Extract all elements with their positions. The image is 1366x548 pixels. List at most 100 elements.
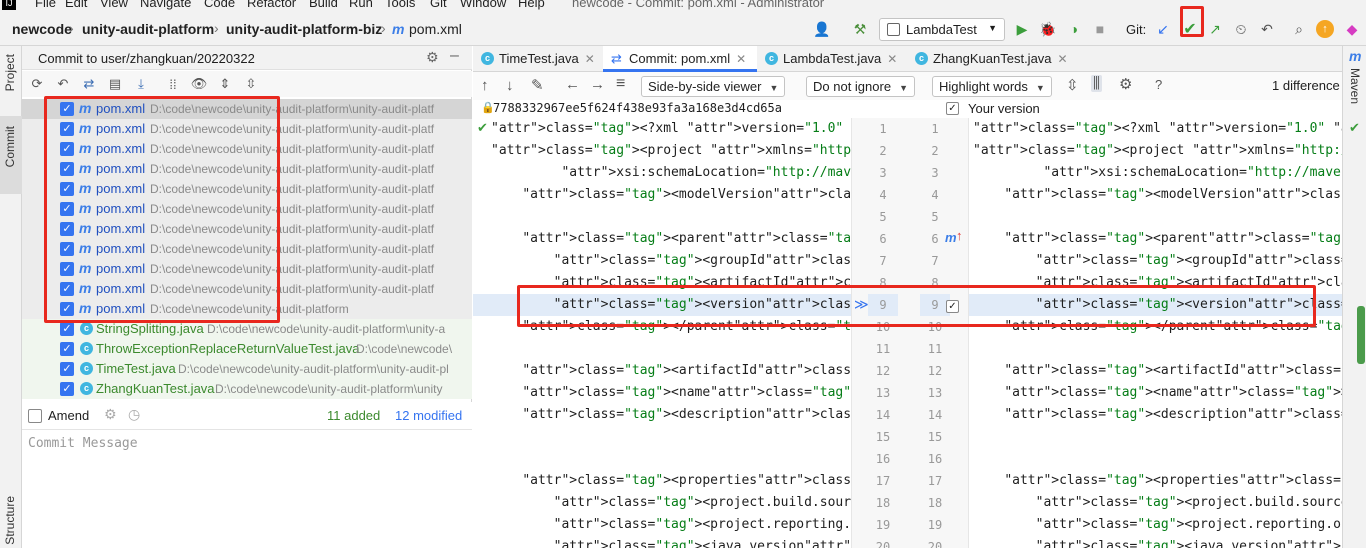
go-to-parent-icon[interactable]: ↑ [956,228,963,243]
code-line[interactable]: "attr">class="tag"></parent"attr">class=… [473,316,851,338]
arrow-left-icon[interactable]: ← [565,76,580,93]
file-checkbox[interactable]: ✓ [60,342,74,356]
file-row[interactable]: ✓ m pom.xml D:\code\newcode\unity-audit-pla… [22,299,472,319]
code-line[interactable] [969,206,1342,228]
menu-view[interactable]: View [100,0,128,10]
breadcrumb-file[interactable]: pom.xml [409,21,462,37]
run-icon[interactable]: ▶ [1012,19,1032,39]
maven-parent-icon[interactable]: m [945,230,957,245]
ignore-select[interactable]: Do not ignore ▼ [806,76,915,97]
code-line[interactable]: "attr">class="tag"><name"attr">class="ta… [473,382,851,404]
file-checkbox[interactable]: ✓ [60,362,74,376]
code-line[interactable] [473,426,851,448]
tab-timetest[interactable]: c TimeTest.java ✕ [473,46,603,72]
arrow-down-icon[interactable]: ↓ [506,77,514,94]
code-line[interactable]: "attr">xsi:schemaLocation="http://maven.… [969,162,1342,184]
code-line[interactable]: "attr">class="tag"><properties"attr">cla… [969,470,1342,492]
file-row[interactable]: ✓ m pom.xml D:\code\newcode\unity-audit-pla… [22,119,472,139]
tab-lambdatest[interactable]: c LambdaTest.java ✕ [757,46,907,72]
tool-window-maven[interactable]: Maven [1348,68,1362,104]
code-line[interactable]: "attr">class="tag"><project "attr">xmlns… [473,140,851,162]
maven-icon[interactable]: m [1349,48,1361,64]
hammer-build-icon[interactable]: ⚒ [850,19,870,39]
tool-window-structure[interactable]: Structure [3,496,17,545]
file-row[interactable]: ✓ c ZhangKuanTest.java D:\code\newcode\unit… [22,379,472,399]
git-push-icon[interactable]: ↗ [1205,19,1225,39]
menu-build[interactable]: Build [309,0,338,10]
code-line[interactable] [473,448,851,470]
breadcrumb-project[interactable]: newcode [12,21,72,37]
git-commit-check-icon[interactable]: ✔ [1180,19,1200,39]
code-line[interactable]: "attr">class="tag"><artifactId"attr">cla… [969,360,1342,382]
update-available-icon[interactable]: ↑ [1316,20,1334,38]
code-line[interactable]: "attr">class="tag"><artifactId"attr">cla… [473,360,851,382]
menu-tools[interactable]: Tools [385,0,415,10]
code-line[interactable] [473,338,851,360]
file-row[interactable]: ✓ c ThrowExceptionReplaceReturnValueTest.j… [22,339,472,359]
right-diff-pane[interactable]: "attr">class="tag"><?xml "attr">version=… [969,118,1342,548]
file-checkbox[interactable]: ✓ [60,102,74,116]
file-row[interactable]: ✓ m pom.xml D:\code\newcode\unity-audit-pla… [22,179,472,199]
collapse-unchanged-icon[interactable]: ⇳ [1066,76,1079,94]
file-checkbox[interactable]: ✓ [60,242,74,256]
download-icon[interactable]: ⤓ [132,75,150,93]
rollback-icon[interactable]: ↶ [54,75,72,93]
file-row[interactable]: ✓ m pom.xml D:\code\newcode\unity-audit-pla… [22,199,472,219]
file-checkbox[interactable]: ✓ [60,322,74,336]
code-line[interactable]: "attr">class="tag"><?xml "attr">version=… [473,118,851,140]
help-icon[interactable]: ? [1155,77,1162,92]
code-line[interactable]: "attr">class="tag"><modelVersion"attr">c… [969,184,1342,206]
show-diff-icon[interactable]: ⇄ [80,75,98,93]
code-line[interactable]: "attr">class="tag"><project "attr">xmlns… [969,140,1342,162]
user-icon[interactable]: 👤 [812,19,832,39]
file-row[interactable]: ✓ m pom.xml D:\code\newcode\unity-audit-pla… [22,259,472,279]
tab-zhangkuantest[interactable]: c ZhangKuanTest.java ✕ [907,46,1075,72]
code-line[interactable]: "attr">class="tag"><artifactId"attr">cla… [473,272,851,294]
code-line[interactable]: "attr">class="tag"><project.build.source… [473,492,851,514]
search-icon[interactable]: ⌕ [1289,19,1309,39]
file-row[interactable]: ✓ m pom.xml D:\code\newcode\unity-audit-pla… [22,139,472,159]
highlight-select[interactable]: Highlight words ▼ [932,76,1052,97]
file-row[interactable]: ✓ m pom.xml D:\code\newcode\unity-audit-pla… [22,279,472,299]
arrow-up-icon[interactable]: ↑ [481,77,489,94]
menu-file[interactable]: File [35,0,56,10]
file-row[interactable]: ✓ m pom.xml D:\code\newcode\unity-audit-pla… [22,159,472,179]
settings-icon[interactable]: ⚙ [104,406,117,423]
code-line[interactable] [969,338,1342,360]
gear-icon[interactable]: ⚙ [426,49,439,66]
code-line[interactable]: "attr">class="tag"><artifactId"attr">cla… [969,272,1342,294]
scrollbar-thumb[interactable] [1357,306,1365,364]
menu-window[interactable]: Window [460,0,506,10]
file-checkbox[interactable]: ✓ [60,202,74,216]
edit-icon[interactable]: ✎ [531,76,544,94]
menu-edit[interactable]: Edit [65,0,87,10]
coverage-icon[interactable]: ◑ [1064,19,1084,39]
breadcrumb-module[interactable]: unity-audit-platform [82,21,214,37]
file-checkbox[interactable]: ✓ [60,182,74,196]
gear-icon[interactable]: ⚙ [1119,75,1132,93]
file-row[interactable]: ✓ m pom.xml D:\code\newcode\unity-audit-pla… [22,219,472,239]
close-icon[interactable]: ✕ [1058,52,1068,66]
menu-run[interactable]: Run [349,0,373,10]
debug-icon[interactable]: 🐞 [1038,19,1058,39]
commit-message-area[interactable]: Commit Message [22,430,472,548]
code-line[interactable]: "attr">class="tag"><modelVersion"attr">c… [473,184,851,206]
file-checkbox[interactable]: ✓ [60,282,74,296]
refresh-icon[interactable]: ⟳ [28,75,46,93]
code-line[interactable]: "attr">class="tag"><version"attr">class=… [969,294,1342,316]
breadcrumb-submodule[interactable]: unity-audit-platform-biz [226,21,382,37]
sync-scroll-icon[interactable]: ⫼ [1091,75,1102,92]
amend-checkbox[interactable] [28,409,42,423]
code-line[interactable]: "attr">xsi:schemaLocation="http://maven.… [473,162,851,184]
menu-help[interactable]: Help [518,0,545,10]
code-line[interactable] [473,206,851,228]
collapse-all-icon[interactable]: ⇳ [242,75,260,93]
file-checkbox[interactable]: ✓ [60,222,74,236]
code-line[interactable]: "attr">class="tag"><project.reporting.ou… [969,514,1342,536]
code-line[interactable]: "attr">class="tag"><description"attr">cl… [473,404,851,426]
code-line[interactable] [969,426,1342,448]
file-row[interactable]: ✓ m pom.xml D:\code\newcode\unity-audit-pla… [22,239,472,259]
code-line[interactable]: "attr">class="tag"><java.version"attr">c… [969,536,1342,548]
rollback-icon[interactable]: ↶ [1257,19,1277,39]
code-line[interactable]: "attr">class="tag"><parent"attr">class="… [473,228,851,250]
